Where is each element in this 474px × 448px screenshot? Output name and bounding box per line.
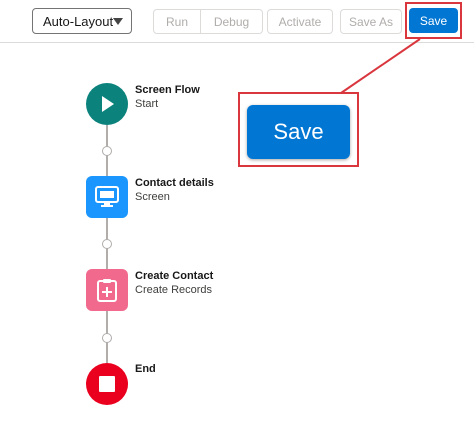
callout-pointer	[340, 38, 421, 94]
callout-connector-line	[340, 38, 421, 94]
node-title: Screen Flow	[135, 84, 200, 96]
node-title: Create Contact	[135, 270, 214, 282]
end-node-label: End	[135, 362, 156, 376]
add-element-node[interactable]	[102, 239, 112, 249]
save-button-zoomed[interactable]: Save	[247, 105, 350, 159]
node-title: End	[135, 363, 156, 375]
screen-icon	[95, 186, 119, 207]
end-node[interactable]	[86, 363, 128, 405]
node-subtitle: Create Records	[135, 284, 213, 296]
create-record-icon	[97, 279, 117, 302]
play-icon	[102, 96, 114, 112]
screen-node[interactable]	[86, 176, 128, 218]
screen-node-label: Contact details Screen	[135, 176, 214, 204]
add-element-node[interactable]	[102, 146, 112, 156]
create-records-node[interactable]	[86, 269, 128, 311]
node-subtitle: Start	[135, 98, 159, 110]
start-node[interactable]	[86, 83, 128, 125]
start-node-label: Screen Flow Start	[135, 83, 200, 111]
node-subtitle: Screen	[135, 191, 170, 203]
stop-icon	[99, 376, 115, 392]
create-records-node-label: Create Contact Create Records	[135, 269, 213, 297]
add-element-node[interactable]	[102, 333, 112, 343]
node-title: Contact details	[135, 177, 214, 189]
